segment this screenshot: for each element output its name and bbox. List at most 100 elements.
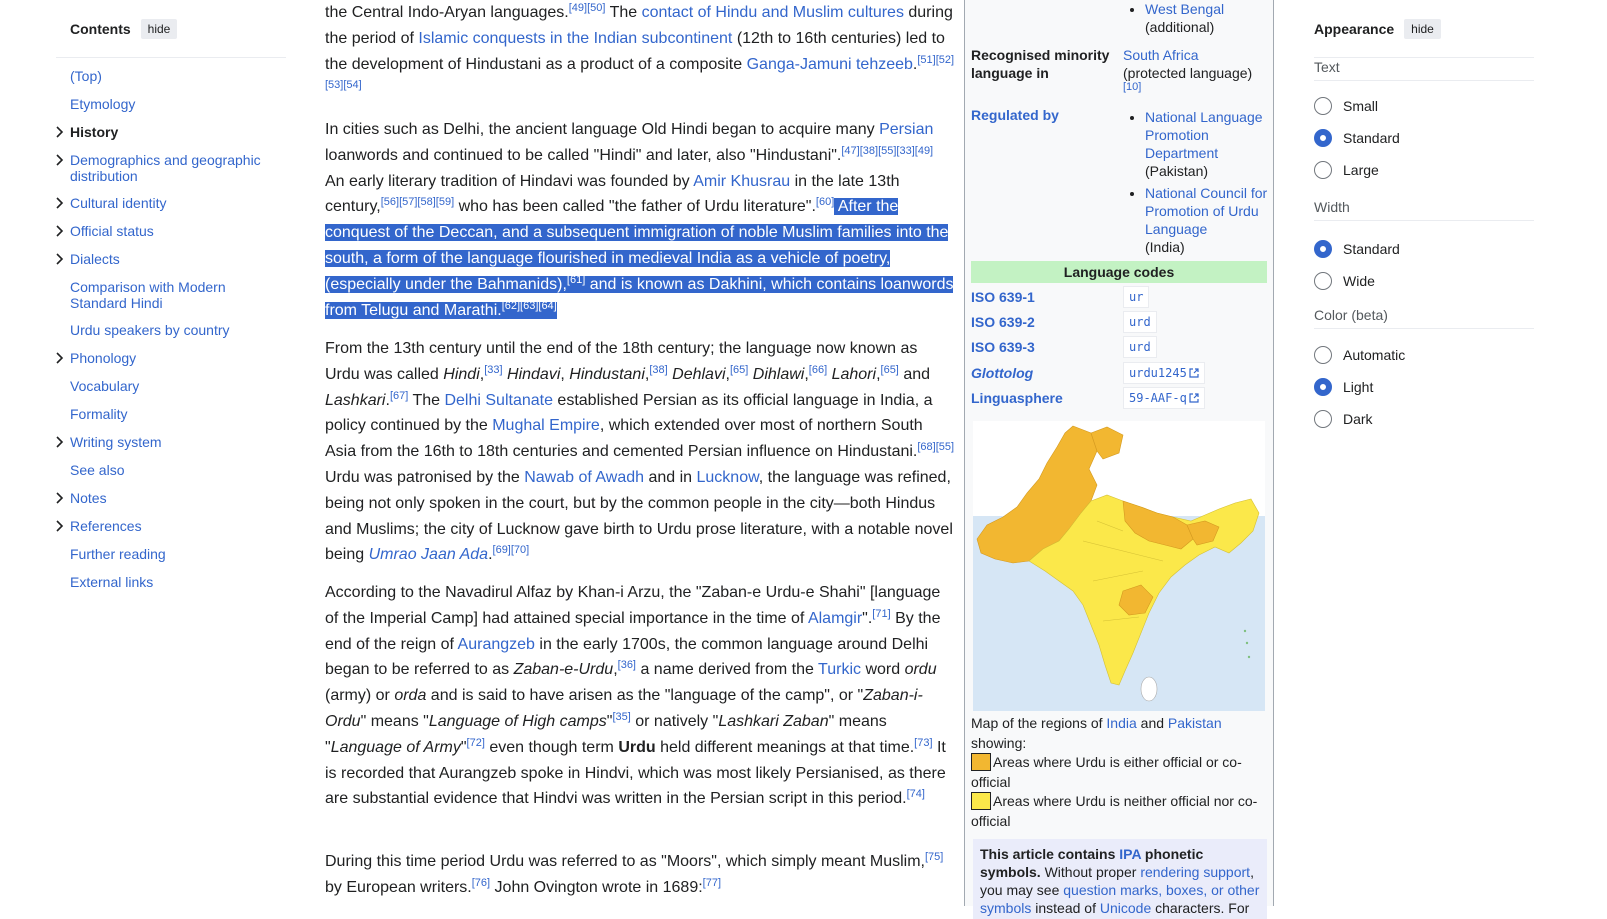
reference[interactable]: [74]	[907, 788, 925, 800]
link-nawab-of-awadh[interactable]: Nawab of Awadh	[524, 469, 644, 486]
toc-item-formality[interactable]: Formality	[56, 406, 286, 422]
radio-button[interactable]	[1314, 240, 1332, 258]
toc-item-writing-system[interactable]: Writing system	[56, 434, 286, 450]
chevron-right-icon[interactable]	[54, 224, 66, 238]
text-size-option-standard[interactable]: Standard	[1314, 128, 1400, 148]
reference[interactable]: [36]	[618, 659, 636, 671]
toc-item-notes[interactable]: Notes	[56, 490, 286, 506]
radio-button[interactable]	[1314, 161, 1332, 179]
link-pakistan[interactable]: Pakistan	[1168, 715, 1222, 731]
reference[interactable]: [35]	[612, 711, 630, 723]
link-lucknow[interactable]: Lucknow	[697, 469, 759, 486]
code-value[interactable]: urd	[1123, 336, 1157, 358]
reference[interactable]: [33]	[484, 364, 502, 376]
reference[interactable]: [47][38][55][33][49]	[841, 145, 933, 157]
reference[interactable]: [38]	[649, 364, 667, 376]
width-option-wide[interactable]: Wide	[1314, 271, 1375, 291]
link-persian[interactable]: Persian	[879, 121, 933, 138]
link-islamic-conquests[interactable]: Islamic conquests in the Indian subconti…	[418, 30, 732, 47]
reference[interactable]: [71]	[872, 608, 890, 620]
toc-item-references[interactable]: References	[56, 518, 286, 534]
toc-hide-button[interactable]: hide	[140, 18, 178, 39]
color-option-automatic[interactable]: Automatic	[1314, 345, 1405, 365]
text-size-option-large[interactable]: Large	[1314, 160, 1379, 180]
toc-item-official-status[interactable]: Official status	[56, 223, 286, 239]
reference[interactable]: [56][57][58][59]	[381, 196, 454, 208]
toc-item-further-reading[interactable]: Further reading	[56, 546, 286, 562]
chevron-right-icon[interactable]	[54, 125, 66, 139]
link-west-bengal[interactable]: West Bengal	[1145, 1, 1224, 17]
link-unicode[interactable]: Unicode	[1100, 900, 1151, 916]
toc-item-demographics-and-geographic-distribution[interactable]: Demographics and geographic distribution	[56, 152, 286, 184]
reference[interactable]: [62][63][64]	[502, 300, 557, 312]
code-label-link[interactable]: ISO 639-3	[971, 338, 1121, 356]
code-value[interactable]: 59-AAF-q	[1123, 387, 1205, 409]
code-label-link[interactable]: ISO 639-2	[971, 313, 1121, 331]
reference[interactable]: [73]	[914, 737, 932, 749]
link-mughal-empire[interactable]: Mughal Empire	[492, 417, 600, 434]
link-alamgir[interactable]: Alamgir	[808, 610, 862, 627]
code-label-link[interactable]: Linguasphere	[971, 389, 1121, 407]
reference[interactable]: [65]	[730, 364, 748, 376]
chevron-right-icon[interactable]	[54, 153, 66, 167]
reference[interactable]: [69][70]	[493, 544, 530, 556]
link-delhi-sultanate[interactable]: Delhi Sultanate	[444, 392, 553, 409]
link-ipa[interactable]: IPA	[1119, 846, 1141, 862]
reference[interactable]: [72]	[467, 737, 485, 749]
chevron-right-icon[interactable]	[54, 196, 66, 210]
reference[interactable]: [68][55]	[917, 441, 954, 453]
reference[interactable]: [49][50]	[569, 2, 606, 14]
code-label-link[interactable]: Glottolog	[971, 364, 1121, 382]
radio-button[interactable]	[1314, 129, 1332, 147]
width-option-standard[interactable]: Standard	[1314, 239, 1400, 259]
toc-item-vocabulary[interactable]: Vocabulary	[56, 378, 286, 394]
chevron-right-icon[interactable]	[54, 491, 66, 505]
radio-button[interactable]	[1314, 272, 1332, 290]
reference[interactable]: [61]	[567, 274, 585, 286]
reference[interactable]: [65]	[881, 364, 899, 376]
link-turkic[interactable]: Turkic	[818, 661, 861, 678]
toc-item-urdu-speakers-by-country[interactable]: Urdu speakers by country	[56, 322, 286, 338]
text-size-option-small[interactable]: Small	[1314, 96, 1378, 116]
reference[interactable]: [77]	[703, 877, 721, 889]
toc-item-history[interactable]: History	[56, 124, 286, 140]
link-umrao-jaan-ada[interactable]: Umrao Jaan Ada	[369, 546, 488, 563]
toc-item-etymology[interactable]: Etymology	[56, 96, 286, 112]
toc-item-external-links[interactable]: External links	[56, 574, 286, 590]
reference[interactable]: [10]	[1123, 81, 1141, 93]
color-option-light[interactable]: Light	[1314, 377, 1373, 397]
code-value[interactable]: ur	[1123, 286, 1150, 308]
reference[interactable]: [76]	[472, 877, 490, 889]
color-option-dark[interactable]: Dark	[1314, 409, 1373, 429]
link-amir-khusrau[interactable]: Amir Khusrau	[693, 173, 790, 190]
link-regulated-by[interactable]: Regulated by	[971, 106, 1121, 124]
reference[interactable]: [60]	[816, 196, 834, 208]
code-value[interactable]: urdu1245	[1123, 362, 1205, 384]
reference[interactable]: [67]	[390, 390, 408, 402]
chevron-right-icon[interactable]	[54, 252, 66, 266]
radio-button[interactable]	[1314, 97, 1332, 115]
toc-item-see-also[interactable]: See also	[56, 462, 286, 478]
toc-item-top[interactable]: (Top)	[56, 68, 286, 84]
reference[interactable]: [75]	[925, 851, 943, 863]
chevron-right-icon[interactable]	[54, 519, 66, 533]
code-value[interactable]: urd	[1123, 311, 1157, 333]
radio-button[interactable]	[1314, 410, 1332, 428]
toc-item-phonology[interactable]: Phonology	[56, 350, 286, 366]
radio-button[interactable]	[1314, 378, 1332, 396]
urdu-regions-map[interactable]	[973, 421, 1265, 711]
chevron-right-icon[interactable]	[54, 351, 66, 365]
link-ncpul[interactable]: National Council for Promotion of Urdu L…	[1145, 185, 1267, 237]
toc-item-dialects[interactable]: Dialects	[56, 251, 286, 267]
link-rendering-support[interactable]: rendering support	[1140, 864, 1250, 880]
link-contact-hindu-muslim[interactable]: contact of Hindu and Muslim cultures	[642, 4, 904, 21]
link-aurangzeb[interactable]: Aurangzeb	[458, 636, 535, 653]
link-south-africa[interactable]: South Africa	[1123, 47, 1199, 63]
code-label-link[interactable]: ISO 639-1	[971, 288, 1121, 306]
link-nlpd[interactable]: National Language Promotion Department	[1145, 109, 1263, 161]
reference[interactable]: [66]	[809, 364, 827, 376]
link-india[interactable]: India	[1106, 715, 1136, 731]
toc-item-comparison-with-modern-standard-hindi[interactable]: Comparison with Modern Standard Hindi	[56, 279, 286, 311]
toc-item-cultural-identity[interactable]: Cultural identity	[56, 195, 286, 211]
chevron-right-icon[interactable]	[54, 435, 66, 449]
